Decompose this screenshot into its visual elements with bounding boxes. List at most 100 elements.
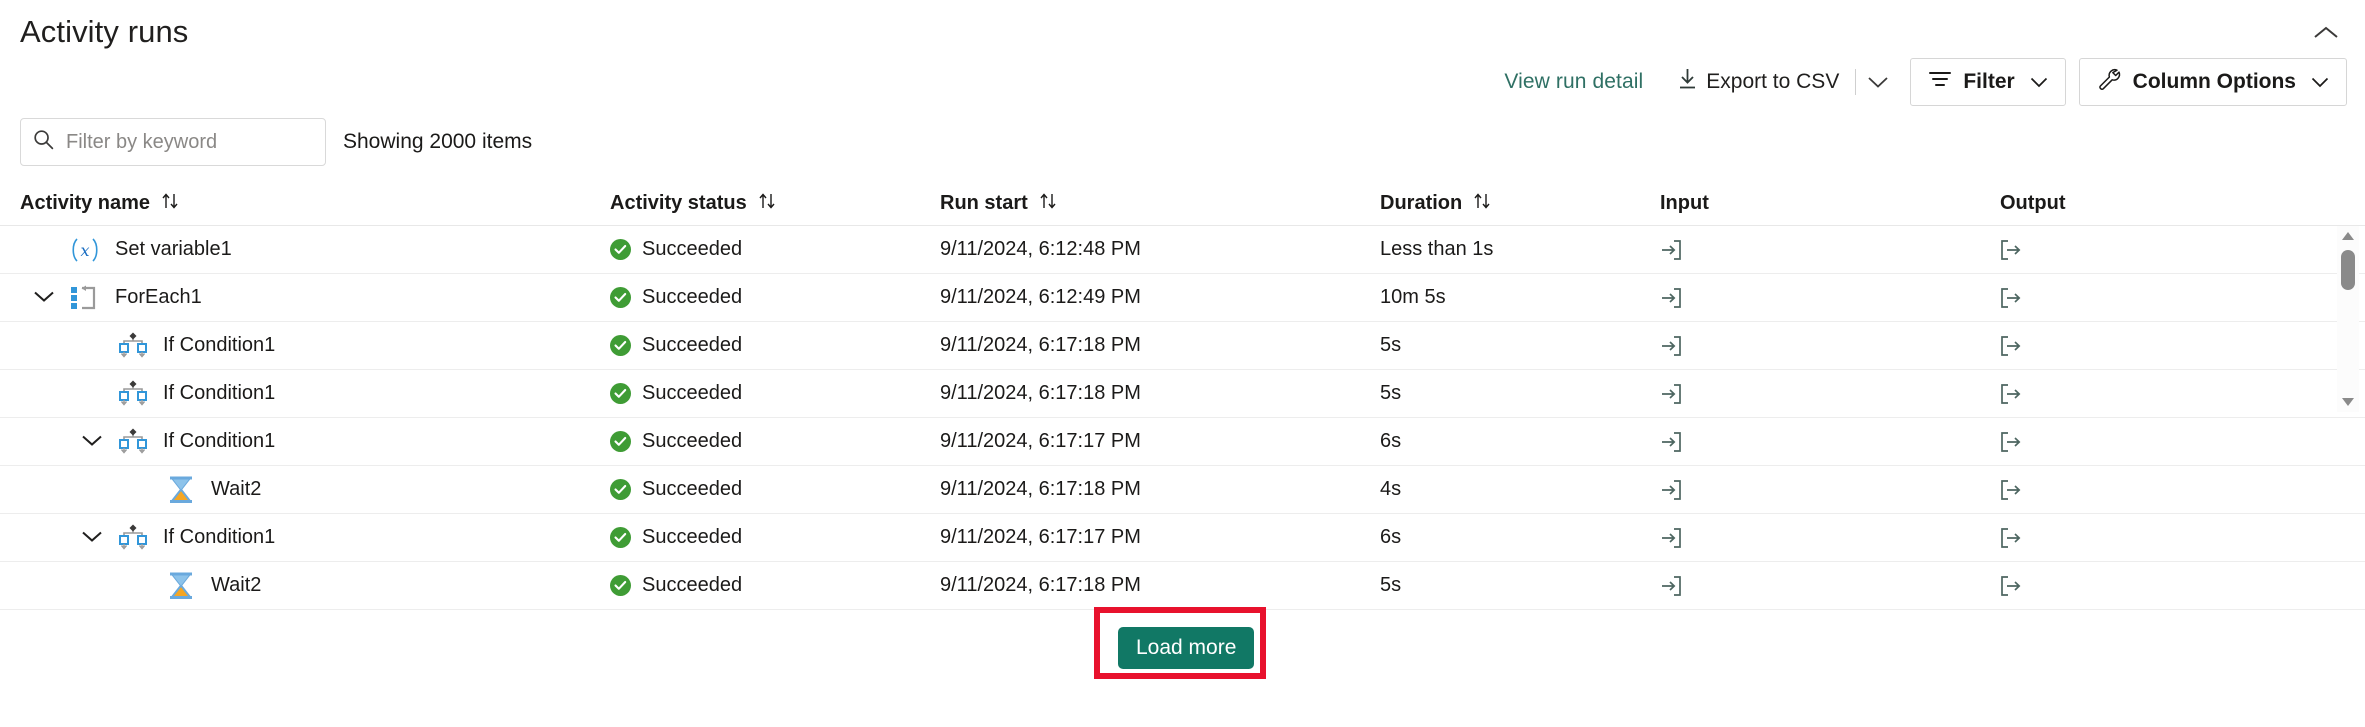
table-row[interactable]: If Condition1 Succeeded 9/11/2024, 6:17:17… [0, 514, 2365, 562]
table-row[interactable]: If Condition1 Succeeded 9/11/2024, 6:17:17… [0, 418, 2365, 466]
output-arrow-icon[interactable] [2000, 575, 2022, 597]
sort-arrows-icon[interactable] [1039, 192, 1059, 216]
table-row[interactable]: Wait2 Succeeded 9/11/2024, 6:17:18 PM 5s [0, 562, 2365, 610]
sort-arrows-icon[interactable] [758, 192, 778, 216]
input-arrow-icon[interactable] [1660, 527, 1682, 549]
svg-text:x: x [80, 241, 89, 260]
column-options-button[interactable]: Column Options [2078, 58, 2347, 106]
output-arrow-icon[interactable] [2000, 431, 2022, 453]
sort-arrows-icon[interactable] [1473, 192, 1493, 216]
column-header-label: Duration [1380, 192, 1463, 214]
sort-arrows-icon[interactable] [161, 192, 181, 216]
table-scrollbar[interactable] [2337, 226, 2359, 412]
column-header-run-start[interactable]: Run start [940, 192, 1380, 216]
column-header-duration[interactable]: Duration [1380, 192, 1660, 216]
command-bar: View run detail Export to CSV Filter Col… [1488, 58, 2347, 106]
input-arrow-icon[interactable] [1660, 383, 1682, 405]
column-header-activity-name[interactable]: Activity name [20, 192, 610, 216]
run-start-cell: 9/11/2024, 6:17:18 PM [940, 382, 1141, 404]
output-arrow-icon[interactable] [2000, 335, 2022, 357]
column-options-label: Column Options [2132, 70, 2296, 93]
table-header-row: Activity name Activity status Run start … [0, 182, 2365, 226]
status-badge: Succeeded [610, 334, 940, 357]
output-cell [2000, 431, 2300, 453]
success-check-icon [610, 287, 631, 308]
filter-row: Showing 2000 items [0, 118, 2365, 174]
column-header-label: Run start [940, 192, 1028, 214]
load-more-button[interactable]: Load more [1118, 627, 1255, 669]
row-expand-toggle[interactable] [68, 526, 116, 549]
run-start-cell: 9/11/2024, 6:17:18 PM [940, 574, 1141, 596]
search-box[interactable] [20, 118, 326, 166]
column-options-chevron-down-icon [2311, 70, 2329, 94]
table-row[interactable]: ForEach1 Succeeded 9/11/2024, 6:12:49 PM 10… [0, 274, 2365, 322]
input-arrow-icon[interactable] [1660, 239, 1682, 261]
filter-button[interactable]: Filter [1910, 58, 2066, 106]
status-label: Succeeded [642, 478, 743, 500]
run-start-cell: 9/11/2024, 6:17:18 PM [940, 334, 1141, 356]
output-arrow-icon[interactable] [2000, 239, 2022, 261]
if-condition-icon [116, 380, 150, 408]
table-row[interactable]: If Condition1 Succeeded 9/11/2024, 6:17:18… [0, 370, 2365, 418]
chevron-down-icon[interactable] [33, 286, 55, 309]
input-cell [1660, 287, 2000, 309]
output-cell [2000, 479, 2300, 501]
table-row[interactable]: x Set variable1 Succeeded 9/11/2024, 6:12:4… [0, 226, 2365, 274]
status-badge: Succeeded [610, 382, 940, 405]
search-icon [33, 129, 54, 155]
download-icon [1678, 68, 1697, 96]
row-expand-toggle[interactable] [20, 286, 68, 309]
duration-cell: 6s [1380, 526, 1402, 548]
column-header-input[interactable]: Input [1660, 192, 2000, 215]
status-badge: Succeeded [610, 478, 940, 501]
if-condition-icon [116, 524, 150, 552]
if-condition-icon [116, 332, 150, 360]
scrollbar-thumb[interactable] [2341, 250, 2355, 290]
output-arrow-icon[interactable] [2000, 383, 2022, 405]
input-arrow-icon[interactable] [1660, 575, 1682, 597]
status-badge: Succeeded [610, 286, 940, 309]
chevron-up-icon[interactable] [2309, 16, 2343, 50]
output-arrow-icon[interactable] [2000, 479, 2022, 501]
output-arrow-icon[interactable] [2000, 527, 2022, 549]
input-arrow-icon[interactable] [1660, 335, 1682, 357]
duration-cell: 4s [1380, 478, 1402, 500]
input-arrow-icon[interactable] [1660, 431, 1682, 453]
status-badge: Succeeded [610, 430, 940, 453]
activity-name-cell: If Condition1 [20, 428, 610, 456]
toolbar-divider [1855, 69, 1857, 95]
filter-label: Filter [1963, 70, 2015, 93]
activity-runs-panel: Activity runs View run detail Export to … [0, 0, 2365, 727]
search-input[interactable] [64, 129, 313, 155]
export-to-csv-button[interactable]: Export to CSV [1665, 60, 1852, 104]
wrench-icon [2097, 67, 2122, 97]
output-arrow-icon[interactable] [2000, 287, 2022, 309]
export-chevron-down-icon[interactable] [1859, 60, 1897, 104]
table-row[interactable]: If Condition1 Succeeded 9/11/2024, 6:17:18… [0, 322, 2365, 370]
table-row[interactable]: Wait2 Succeeded 9/11/2024, 6:17:18 PM 4s [0, 466, 2365, 514]
success-check-icon [610, 431, 631, 452]
input-arrow-icon[interactable] [1660, 479, 1682, 501]
run-start-cell: 9/11/2024, 6:17:18 PM [940, 478, 1141, 500]
chevron-down-icon[interactable] [81, 526, 103, 549]
column-header-activity-status[interactable]: Activity status [610, 192, 940, 216]
duration-cell: 6s [1380, 430, 1402, 452]
if-condition-icon [116, 428, 150, 456]
run-start-cell: 9/11/2024, 6:12:49 PM [940, 286, 1141, 308]
activity-name-label: Wait2 [211, 574, 262, 596]
scroll-up-arrow-icon[interactable] [2337, 226, 2359, 246]
row-expand-toggle[interactable] [68, 430, 116, 453]
status-badge: Succeeded [610, 574, 940, 597]
run-start-cell: 9/11/2024, 6:17:17 PM [940, 526, 1141, 548]
export-to-csv-label: Export to CSV [1706, 70, 1840, 93]
run-start-cell: 9/11/2024, 6:17:17 PM [940, 430, 1141, 452]
input-arrow-icon[interactable] [1660, 287, 1682, 309]
chevron-down-icon[interactable] [81, 430, 103, 453]
column-header-output[interactable]: Output [2000, 192, 2300, 215]
view-run-detail-link[interactable]: View run detail [1488, 70, 1659, 94]
status-label: Succeeded [642, 430, 743, 452]
scroll-down-arrow-icon[interactable] [2337, 392, 2359, 412]
activity-name-label: If Condition1 [163, 334, 276, 356]
activity-name-cell: Wait2 [20, 476, 610, 504]
input-cell [1660, 479, 2000, 501]
